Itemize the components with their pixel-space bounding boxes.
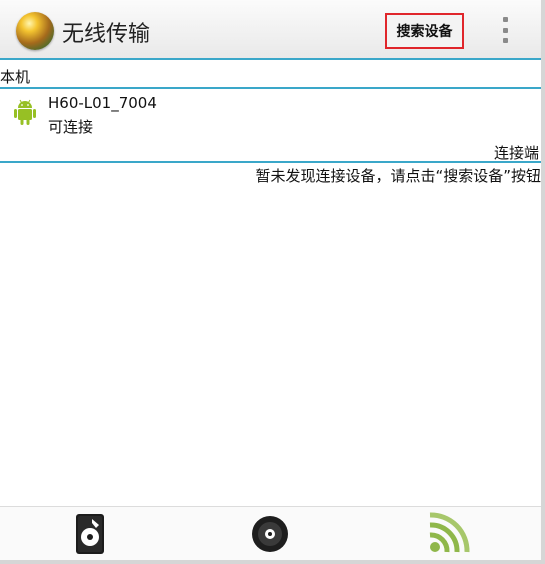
music-player-icon [76,514,104,554]
wifi-broadcast-icon [429,512,470,553]
overflow-menu-icon[interactable] [494,14,516,46]
device-name: H60-L01_7004 [48,94,157,112]
menu-dot [502,17,508,22]
local-device-item[interactable]: H60-L01_7004 可连接 [0,90,541,142]
device-status: 可连接 [48,118,94,136]
tab-wifi[interactable] [424,511,472,557]
empty-state-message: 暂未发现连接设备，请点击“搜索设备”按钮 [255,167,541,185]
remote-section-header: 连接端 [493,144,539,162]
bottom-tab-bar [0,506,541,560]
menu-dot [502,38,508,43]
tab-disc[interactable] [246,511,294,557]
action-bar: 无线传输 搜索设备 [0,0,541,60]
disc-icon [252,516,288,552]
local-section-header: 本机 [0,68,31,86]
tab-music[interactable] [66,511,114,557]
divider [0,161,541,163]
globe-app-icon [16,12,54,50]
window-frame [0,0,545,564]
android-icon [14,99,36,125]
menu-dot [502,27,508,33]
divider [0,87,541,89]
app-title: 无线传输 [62,22,151,47]
search-devices-button[interactable]: 搜索设备 [385,13,464,49]
